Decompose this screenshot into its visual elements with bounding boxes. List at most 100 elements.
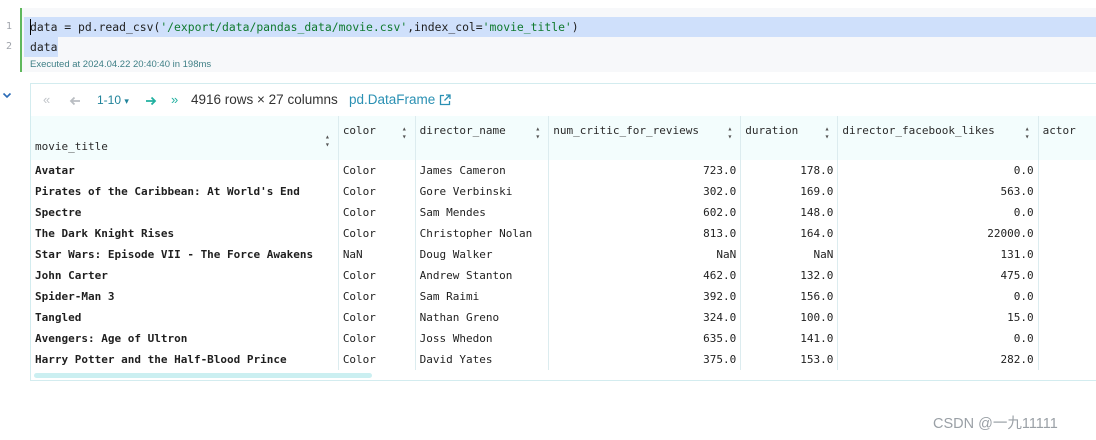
sort-icon[interactable]: ▴ ▾	[402, 125, 407, 141]
row-index-cell[interactable]: Avengers: Age of Ultron	[31, 328, 339, 349]
table-cell[interactable]: 635.0	[548, 328, 742, 349]
table-row[interactable]: Spectre Color Sam Mendes 602.0 148.0 0.0	[31, 202, 1096, 223]
table-cell[interactable]: Color	[338, 286, 416, 307]
external-link-icon[interactable]	[439, 93, 451, 106]
column-header[interactable]: director_name ▴ ▾	[415, 116, 550, 160]
table-cell[interactable]: 15.0	[837, 307, 1039, 328]
table-cell[interactable]: Color	[338, 307, 416, 328]
table-cell[interactable]	[1038, 328, 1096, 349]
code-line[interactable]: 1 data = pd.read_csv('/export/data/panda…	[0, 17, 1096, 37]
collapse-output-chevron-icon[interactable]	[0, 90, 14, 104]
table-cell[interactable]: Sam Raimi	[415, 286, 550, 307]
table-cell[interactable]: Color	[338, 349, 416, 370]
row-index-cell[interactable]: Spectre	[31, 202, 339, 223]
table-cell[interactable]: 0.0	[837, 286, 1039, 307]
column-header[interactable]: actor	[1038, 116, 1096, 160]
table-cell[interactable]: 392.0	[548, 286, 742, 307]
row-index-cell[interactable]: John Carter	[31, 265, 339, 286]
row-index-cell[interactable]: Avatar	[31, 160, 339, 181]
code-cell[interactable]: 1 data = pd.read_csv('/export/data/panda…	[0, 8, 1096, 74]
dataframe-table[interactable]: movie_title ▴ ▾ color ▴ ▾ director_name ▴ ▾ nu…	[31, 116, 1096, 370]
table-cell[interactable]: 324.0	[548, 307, 742, 328]
column-header[interactable]: num_critic_for_reviews ▴ ▾	[548, 116, 742, 160]
table-row[interactable]: Avengers: Age of Ultron Color Joss Whedon 6…	[31, 328, 1096, 349]
table-cell[interactable]: Color	[338, 202, 416, 223]
table-cell[interactable]: Color	[338, 328, 416, 349]
table-cell[interactable]: Color	[338, 181, 416, 202]
table-cell[interactable]: 169.0	[740, 181, 839, 202]
row-index-cell[interactable]: Harry Potter and the Half-Blood Prince	[31, 349, 339, 370]
table-cell[interactable]	[1038, 265, 1096, 286]
first-page-icon[interactable]: «	[43, 91, 50, 109]
table-cell[interactable]: 148.0	[740, 202, 839, 223]
column-header[interactable]: movie_title ▴ ▾	[31, 116, 339, 160]
table-row[interactable]: Tangled Color Nathan Greno 324.0 100.0 15.0	[31, 307, 1096, 328]
row-index-cell[interactable]: Spider-Man 3	[31, 286, 339, 307]
table-cell[interactable]: 375.0	[548, 349, 742, 370]
table-cell[interactable]: 164.0	[740, 223, 839, 244]
table-row[interactable]: Harry Potter and the Half-Blood Prince Co…	[31, 349, 1096, 370]
table-cell[interactable]: NaN	[740, 244, 839, 265]
table-cell[interactable]: 100.0	[740, 307, 839, 328]
table-cell[interactable]: 131.0	[837, 244, 1039, 265]
table-row[interactable]: John Carter Color Andrew Stanton 462.0 132.0…	[31, 265, 1096, 286]
table-cell[interactable]: NaN	[338, 244, 416, 265]
table-cell[interactable]: 563.0	[837, 181, 1039, 202]
table-cell[interactable]: James Cameron	[415, 160, 550, 181]
table-cell[interactable]	[1038, 307, 1096, 328]
table-cell[interactable]	[1038, 160, 1096, 181]
table-cell[interactable]: 302.0	[548, 181, 742, 202]
table-cell[interactable]: 0.0	[837, 160, 1039, 181]
table-cell[interactable]: 132.0	[740, 265, 839, 286]
row-index-cell[interactable]: Pirates of the Caribbean: At World's End	[31, 181, 339, 202]
table-cell[interactable]: Nathan Greno	[415, 307, 550, 328]
scrollbar-thumb[interactable]	[34, 373, 372, 378]
table-cell[interactable]	[1038, 349, 1096, 370]
sort-icon[interactable]: ▴ ▾	[727, 125, 732, 141]
page-range-select[interactable]: 1-10 ▾	[97, 91, 129, 109]
table-cell[interactable]: Andrew Stanton	[415, 265, 550, 286]
table-cell[interactable]: Sam Mendes	[415, 202, 550, 223]
table-row[interactable]: Avatar Color James Cameron 723.0 178.0 0.0	[31, 160, 1096, 181]
table-row[interactable]: Pirates of the Caribbean: At World's End…	[31, 181, 1096, 202]
table-cell[interactable]: 0.0	[837, 328, 1039, 349]
table-cell[interactable]	[1038, 223, 1096, 244]
prev-page-icon[interactable]	[69, 91, 81, 109]
sort-icon[interactable]: ▴ ▾	[825, 125, 830, 141]
table-cell[interactable]	[1038, 202, 1096, 223]
table-cell[interactable]: David Yates	[415, 349, 550, 370]
sort-icon[interactable]: ▴ ▾	[535, 125, 540, 141]
table-cell[interactable]: Color	[338, 160, 416, 181]
table-cell[interactable]: 156.0	[740, 286, 839, 307]
row-index-cell[interactable]: The Dark Knight Rises	[31, 223, 339, 244]
table-cell[interactable]: Joss Whedon	[415, 328, 550, 349]
dataframe-type-link[interactable]: pd.DataFrame	[349, 91, 435, 109]
row-index-cell[interactable]: Star Wars: Episode VII - The Force Awake…	[31, 244, 339, 265]
table-cell[interactable]: Color	[338, 265, 416, 286]
table-cell[interactable]: NaN	[548, 244, 742, 265]
table-cell[interactable]: 602.0	[548, 202, 742, 223]
table-cell[interactable]: 475.0	[837, 265, 1039, 286]
next-page-icon[interactable]	[145, 91, 157, 109]
table-cell[interactable]: 178.0	[740, 160, 839, 181]
table-cell[interactable]	[1038, 244, 1096, 265]
table-cell[interactable]: Christopher Nolan	[415, 223, 550, 244]
table-cell[interactable]: Doug Walker	[415, 244, 550, 265]
table-cell[interactable]: Color	[338, 223, 416, 244]
column-header[interactable]: color ▴ ▾	[338, 116, 416, 160]
last-page-icon[interactable]: »	[171, 91, 178, 109]
horizontal-scrollbar[interactable]	[31, 372, 1096, 380]
table-cell[interactable]: 22000.0	[837, 223, 1039, 244]
sort-icon[interactable]: ▴ ▾	[325, 133, 330, 149]
table-cell[interactable]: 153.0	[740, 349, 839, 370]
code-line[interactable]: 2 data	[0, 37, 1096, 57]
column-header[interactable]: duration ▴ ▾	[740, 116, 839, 160]
table-row[interactable]: Spider-Man 3 Color Sam Raimi 392.0 156.0 0.0	[31, 286, 1096, 307]
sort-icon[interactable]: ▴ ▾	[1025, 125, 1030, 141]
column-header[interactable]: director_facebook_likes ▴ ▾	[837, 116, 1039, 160]
table-cell[interactable]: 813.0	[548, 223, 742, 244]
table-row[interactable]: The Dark Knight Rises Color Christopher No…	[31, 223, 1096, 244]
table-cell[interactable]: 141.0	[740, 328, 839, 349]
table-cell[interactable]	[1038, 181, 1096, 202]
table-cell[interactable]: 462.0	[548, 265, 742, 286]
